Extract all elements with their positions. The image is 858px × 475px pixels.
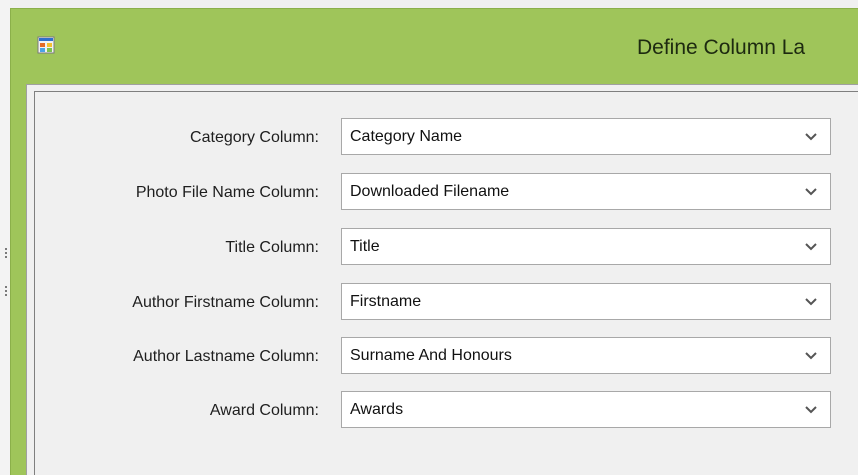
resize-grip-icon (5, 248, 7, 260)
window-title: Define Column La (637, 36, 806, 59)
resize-grip-icon (5, 286, 7, 298)
author-lastname-column-row: Author Lastname Column: Surname And Hono… (35, 337, 858, 377)
title-column-select[interactable]: Title (341, 228, 831, 265)
dialog-client-frame: Category Column: Category Name Photo Fil… (26, 84, 858, 475)
title-bar[interactable]: Define Column La (11, 9, 858, 83)
category-column-row: Category Column: Category Name (35, 118, 858, 158)
category-column-label: Category Column: (190, 129, 319, 146)
photo-file-name-column-row: Photo File Name Column: Downloaded Filen… (35, 173, 858, 213)
chevron-down-icon[interactable] (804, 351, 818, 361)
chevron-down-icon[interactable] (804, 187, 818, 197)
photo-file-name-column-label: Photo File Name Column: (135, 184, 319, 201)
award-column-label: Award Column: (209, 402, 319, 419)
author-firstname-column-select[interactable]: Firstname (341, 283, 831, 320)
author-firstname-column-label: Author Firstname Column: (132, 294, 319, 311)
author-firstname-column-value: Firstname (350, 293, 422, 310)
author-lastname-column-value: Surname And Honours (350, 347, 512, 364)
author-firstname-column-row: Author Firstname Column: Firstname (35, 283, 858, 323)
chevron-down-icon[interactable] (804, 297, 818, 307)
award-column-row: Award Column: Awards (35, 391, 858, 431)
author-lastname-column-select[interactable]: Surname And Honours (341, 337, 831, 374)
chevron-down-icon[interactable] (804, 405, 818, 415)
screen: Define Column La Category Column: Catego… (0, 0, 858, 475)
chevron-down-icon[interactable] (804, 132, 818, 142)
form-app-icon[interactable] (36, 35, 56, 55)
photo-file-name-column-select[interactable]: Downloaded Filename (341, 173, 831, 210)
award-column-value: Awards (350, 401, 404, 418)
title-column-label: Title Column: (225, 239, 319, 256)
dialog-window: Define Column La Category Column: Catego… (10, 8, 858, 475)
award-column-select[interactable]: Awards (341, 391, 831, 428)
author-lastname-column-label: Author Lastname Column: (133, 348, 319, 365)
category-column-value: Category Name (350, 128, 463, 145)
title-column-row: Title Column: Title (35, 228, 858, 268)
category-column-select[interactable]: Category Name (341, 118, 831, 155)
chevron-down-icon[interactable] (804, 242, 818, 252)
photo-file-name-column-value: Downloaded Filename (350, 183, 510, 200)
column-layout-panel: Category Column: Category Name Photo Fil… (34, 91, 858, 475)
background-window-edge (0, 0, 10, 475)
title-column-value: Title (350, 238, 380, 255)
